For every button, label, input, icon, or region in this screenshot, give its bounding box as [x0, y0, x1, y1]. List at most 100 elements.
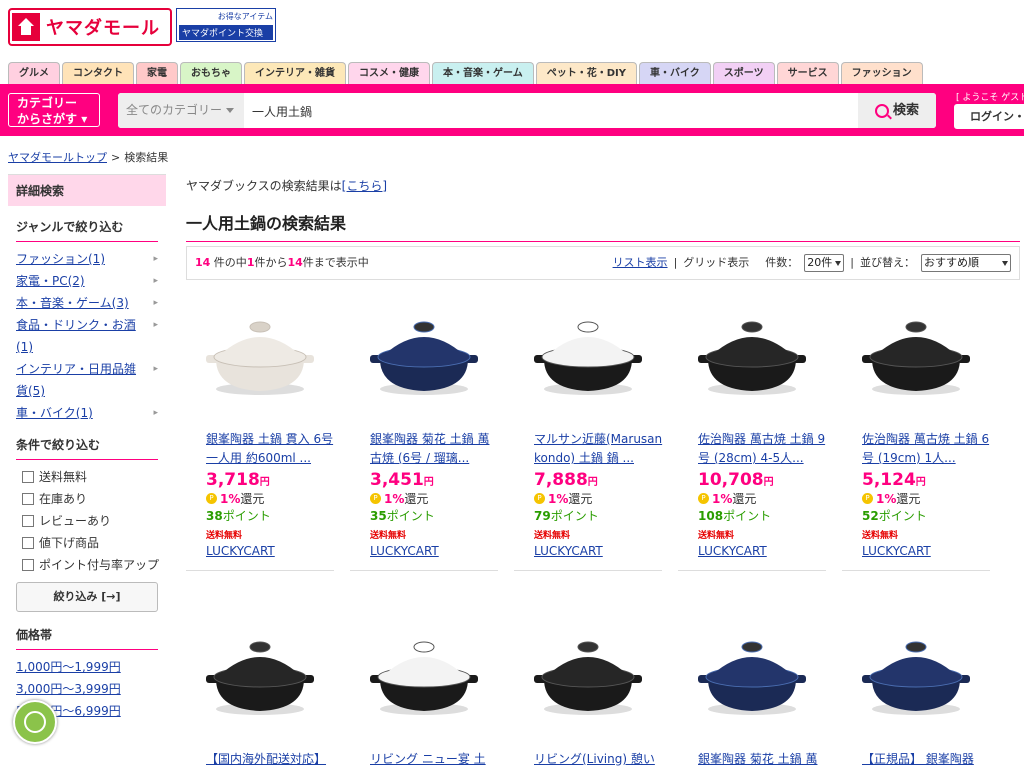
- donabe-pot-image: [698, 641, 806, 715]
- product-points: 38ポイント: [186, 507, 334, 524]
- category-browse-button[interactable]: カテゴリー からさがす ▾: [8, 93, 100, 127]
- checkbox-icon[interactable]: [22, 493, 34, 505]
- product-card[interactable]: 【正規品】 銀峯陶器: [842, 616, 990, 769]
- genre-link[interactable]: 本・音楽・ゲーム(3): [16, 296, 129, 310]
- condition-checkbox[interactable]: 在庫あり: [22, 488, 166, 510]
- card-divider: [678, 570, 826, 571]
- price-item[interactable]: 1,000円〜1,999円: [16, 656, 158, 678]
- product-card[interactable]: 銀峯陶器 菊花 土鍋 萬古焼 (6号 / 瑠璃... 3,451円 P 1% 還元 35ポ…: [350, 296, 498, 571]
- donabe-pot-image: [862, 641, 970, 715]
- category-tab[interactable]: 家電: [136, 62, 178, 84]
- shop-name-link[interactable]: LUCKYCART: [678, 544, 826, 558]
- point-coin-icon: P: [862, 493, 873, 504]
- product-image[interactable]: [678, 616, 826, 736]
- yamada-mall-logo[interactable]: ヤマダモール: [8, 8, 172, 46]
- genre-link[interactable]: 家電・PC(2): [16, 274, 85, 288]
- genre-link[interactable]: 食品・ドリンク・お酒(1): [16, 318, 136, 354]
- product-image[interactable]: [186, 616, 334, 736]
- product-image[interactable]: [514, 616, 662, 736]
- category-tab[interactable]: スポーツ: [712, 62, 775, 84]
- category-tab[interactable]: ペット・花・DIY: [535, 62, 637, 84]
- product-card[interactable]: マルサン近藤(Marusankondo) 土鍋 鍋 ... 7,888円 P 1% 還元…: [514, 296, 662, 571]
- product-image[interactable]: [350, 296, 498, 416]
- genre-item[interactable]: 車・バイク(1) ▸: [16, 402, 158, 424]
- condition-checkbox[interactable]: 送料無料: [22, 466, 166, 488]
- genre-link[interactable]: ファッション(1): [16, 252, 105, 266]
- list-view-link[interactable]: リスト表示: [613, 247, 668, 279]
- product-image[interactable]: [842, 616, 990, 736]
- product-name-link[interactable]: 銀峯陶器 菊花 土鍋 萬: [678, 750, 828, 769]
- category-tab[interactable]: サービス: [776, 62, 839, 84]
- per-page-select[interactable]: 20件: [804, 254, 845, 272]
- product-card[interactable]: 銀峯陶器 土鍋 貫入 6号 一人用 約600ml ... 3,718円 P 1% 還元 3…: [186, 296, 334, 571]
- product-name-link[interactable]: 銀峯陶器 土鍋 貫入 6号 一人用 約600ml ...: [186, 430, 336, 468]
- product-card[interactable]: 銀峯陶器 菊花 土鍋 萬: [678, 616, 826, 769]
- narrow-button[interactable]: 絞り込み [→]: [16, 582, 158, 612]
- product-image[interactable]: [186, 296, 334, 416]
- product-image[interactable]: [514, 296, 662, 416]
- shop-name-link[interactable]: LUCKYCART: [186, 544, 334, 558]
- product-name-link[interactable]: 【国内海外配送対応】: [186, 750, 336, 769]
- product-card[interactable]: リビング ニュー宴 土: [350, 616, 498, 769]
- count-to: 14: [287, 256, 303, 269]
- checkbox-icon[interactable]: [22, 537, 34, 549]
- price-value: 7,888: [534, 470, 588, 490]
- category-tab[interactable]: ファッション: [840, 62, 923, 84]
- checkbox-icon[interactable]: [22, 515, 34, 527]
- category-select[interactable]: 全てのカテゴリー: [118, 93, 244, 128]
- points-suffix: ポイント: [386, 509, 435, 523]
- product-name-link[interactable]: リビング ニュー宴 土: [350, 750, 500, 769]
- shop-name-link[interactable]: LUCKYCART: [842, 544, 990, 558]
- product-name-link[interactable]: リビング(Living) 憩い: [514, 750, 664, 769]
- product-card[interactable]: 【国内海外配送対応】: [186, 616, 334, 769]
- shop-name-link[interactable]: LUCKYCART: [350, 544, 498, 558]
- point-exchange-banner[interactable]: お得なアイテム ヤマダポイント交換: [176, 8, 276, 42]
- product-card[interactable]: リビング(Living) 憩い: [514, 616, 662, 769]
- category-tab[interactable]: インテリア・雑貨: [244, 62, 346, 84]
- price-link[interactable]: 3,000円〜3,999円: [16, 682, 121, 696]
- price-value: 3,718: [206, 470, 260, 490]
- genre-item[interactable]: 本・音楽・ゲーム(3) ▸: [16, 292, 158, 314]
- category-tab[interactable]: コスメ・健康: [348, 62, 430, 84]
- condition-checkbox[interactable]: ポイント付与率アップ: [22, 554, 166, 576]
- login-button[interactable]: ログイン・: [954, 104, 1024, 129]
- price-link[interactable]: 1,000円〜1,999円: [16, 660, 121, 674]
- genre-item[interactable]: ファッション(1) ▸: [16, 248, 158, 270]
- search-input[interactable]: [250, 93, 854, 130]
- category-tab[interactable]: コンタクト: [62, 62, 134, 84]
- breadcrumb-home-link[interactable]: ヤマダモールトップ: [8, 151, 107, 164]
- product-image[interactable]: [842, 296, 990, 416]
- genre-item[interactable]: 家電・PC(2) ▸: [16, 270, 158, 292]
- product-name-link[interactable]: マルサン近藤(Marusankondo) 土鍋 鍋 ...: [514, 430, 664, 468]
- genre-link[interactable]: 車・バイク(1): [16, 406, 93, 420]
- points-value: 108: [698, 509, 724, 523]
- price-item[interactable]: 3,000円〜3,999円: [16, 678, 158, 700]
- product-image[interactable]: [678, 296, 826, 416]
- shop-name-link[interactable]: LUCKYCART: [514, 544, 662, 558]
- category-tab[interactable]: 本・音楽・ゲーム: [432, 62, 534, 84]
- search-button[interactable]: 検索: [858, 93, 936, 128]
- product-image[interactable]: [350, 616, 498, 736]
- checkbox-icon[interactable]: [22, 471, 34, 483]
- divider: |: [673, 256, 678, 269]
- genre-item[interactable]: インテリア・日用品雑貨(5) ▸: [16, 358, 158, 402]
- product-name-link[interactable]: 【正規品】 銀峯陶器: [842, 750, 992, 769]
- category-tab[interactable]: 車・バイク: [638, 62, 711, 84]
- product-name-link[interactable]: 銀峯陶器 菊花 土鍋 萬古焼 (6号 / 瑠璃...: [350, 430, 500, 468]
- sidebar: 詳細検索 ジャンルで絞り込む ファッション(1) ▸ 家電・PC(2) ▸ 本・音楽・ゲ…: [8, 174, 166, 722]
- genre-item[interactable]: 食品・ドリンク・お酒(1) ▸: [16, 314, 158, 358]
- sort-select[interactable]: おすすめ順: [921, 254, 1011, 272]
- product-name-link[interactable]: 佐治陶器 萬古焼 土鍋 9号 (28cm) 4-5人...: [678, 430, 828, 468]
- sort-value: おすすめ順: [924, 256, 979, 269]
- genre-link[interactable]: インテリア・日用品雑貨(5): [16, 362, 136, 398]
- category-tab[interactable]: グルメ: [8, 62, 60, 84]
- product-card[interactable]: 佐治陶器 萬古焼 土鍋 9号 (28cm) 4-5人... 10,708円 P 1% 還…: [678, 296, 826, 571]
- category-tab[interactable]: おもちゃ: [180, 62, 242, 84]
- cookie-settings-button[interactable]: [13, 700, 57, 744]
- checkbox-icon[interactable]: [22, 559, 34, 571]
- product-name-link[interactable]: 佐治陶器 萬古焼 土鍋 6号 (19cm) 1人...: [842, 430, 992, 468]
- product-card[interactable]: 佐治陶器 萬古焼 土鍋 6号 (19cm) 1人... 5,124円 P 1% 還元 52…: [842, 296, 990, 571]
- condition-checkbox[interactable]: レビューあり: [22, 510, 166, 532]
- condition-checkbox[interactable]: 値下げ商品: [22, 532, 166, 554]
- books-link[interactable]: [こちら]: [342, 179, 387, 193]
